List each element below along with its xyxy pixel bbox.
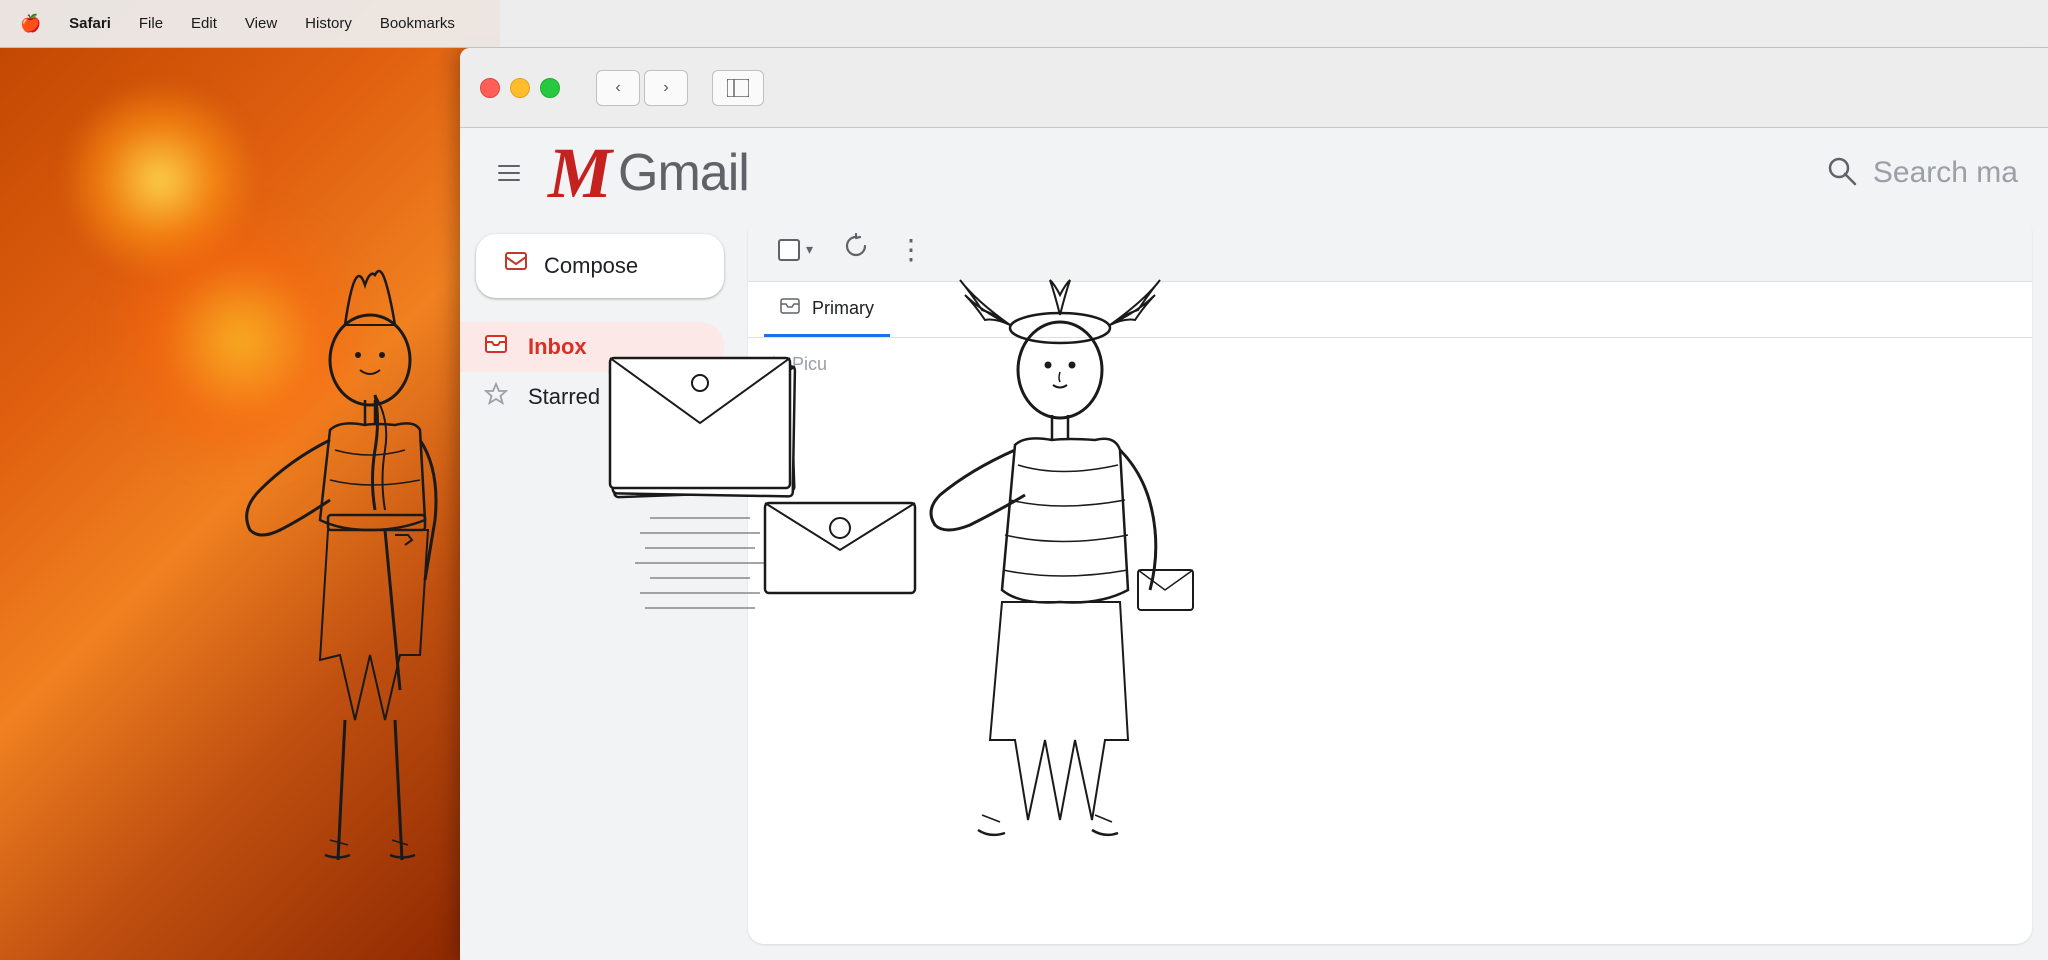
forward-button[interactable]: ›: [644, 70, 688, 106]
safari-menu[interactable]: Safari: [69, 15, 111, 32]
gmail-email-toolbar: ▾ ⋮: [748, 218, 2032, 282]
traffic-lights: [480, 78, 560, 98]
hamburger-menu-button[interactable]: [490, 157, 528, 189]
gmail-content: M Gmail Search ma: [460, 128, 2048, 960]
sidebar-inbox-label: Inbox: [528, 334, 587, 360]
select-all-checkbox[interactable]: [778, 239, 800, 261]
tab-primary-label: Primary: [812, 298, 874, 319]
browser-toolbar: ‹ ›: [460, 48, 2048, 128]
refresh-button[interactable]: [843, 233, 869, 266]
gmail-main-panel: ▾ ⋮: [748, 218, 2032, 944]
email-list-area: Picu: [748, 338, 2032, 391]
select-dropdown-arrow[interactable]: ▾: [806, 241, 813, 258]
warm-background: [0, 0, 500, 960]
sidebar-item-inbox[interactable]: Inbox: [460, 322, 724, 372]
browser-window: ‹ › M Gmail: [460, 48, 2048, 960]
more-options-button[interactable]: ⋮: [897, 233, 925, 266]
compose-button[interactable]: Compose: [476, 234, 724, 298]
search-area: Search ma: [1825, 154, 2018, 193]
maximize-button[interactable]: [540, 78, 560, 98]
gmail-logo: M Gmail: [548, 137, 749, 209]
search-placeholder[interactable]: Search ma: [1873, 156, 2018, 190]
sidebar-toggle-button[interactable]: [712, 70, 764, 106]
search-icon[interactable]: [1825, 154, 1857, 193]
sidebar-starred-label: Starred: [528, 384, 600, 410]
view-menu[interactable]: View: [245, 15, 277, 32]
gmail-text-logo: Gmail: [618, 143, 749, 203]
edit-menu[interactable]: Edit: [191, 15, 217, 32]
compose-icon: [504, 251, 528, 281]
mac-menubar: 🍎 Safari File Edit View History Bookmark…: [0, 0, 2048, 48]
star-icon: [484, 382, 508, 412]
tab-primary[interactable]: Primary: [764, 282, 890, 337]
picu-label: Picu: [792, 354, 827, 375]
inbox-icon: [484, 332, 508, 362]
apple-menu[interactable]: 🍎: [20, 14, 41, 34]
tab-inbox-icon: [780, 296, 800, 321]
tabs-bar: Primary: [748, 282, 2032, 338]
picu-row: Picu: [764, 354, 2016, 375]
sidebar-item-starred[interactable]: Starred: [460, 372, 724, 422]
bookmarks-menu[interactable]: Bookmarks: [380, 15, 455, 32]
file-menu[interactable]: File: [139, 15, 163, 32]
minimize-button[interactable]: [510, 78, 530, 98]
compose-label: Compose: [544, 253, 638, 279]
gmail-body: Compose Inbox: [460, 218, 2048, 960]
nav-buttons: ‹ ›: [596, 70, 688, 106]
gmail-m-logo: M: [548, 137, 612, 209]
close-button[interactable]: [480, 78, 500, 98]
history-menu[interactable]: History: [305, 15, 352, 32]
gmail-sidebar: Compose Inbox: [460, 218, 740, 960]
select-checkbox-area: ▾: [778, 239, 813, 261]
gmail-header: M Gmail Search ma: [460, 128, 2048, 218]
picu-star-icon: [764, 355, 784, 375]
glow-orb-2: [100, 200, 380, 480]
back-button[interactable]: ‹: [596, 70, 640, 106]
